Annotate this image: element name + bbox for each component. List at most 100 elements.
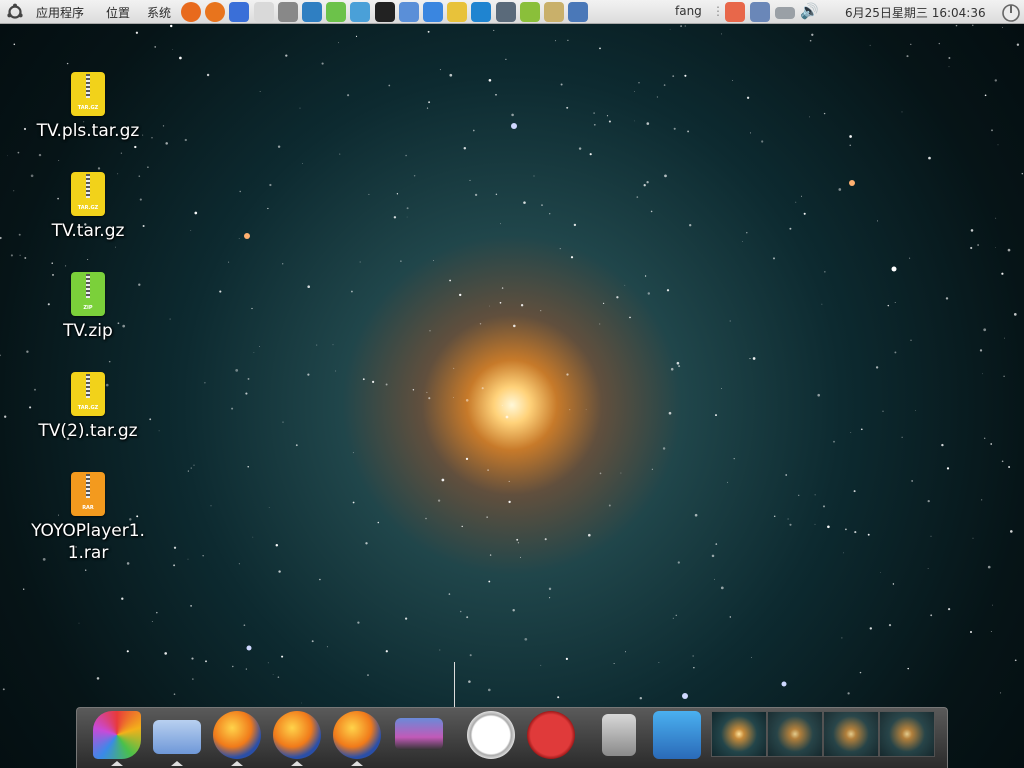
desktop-icon[interactable]: RAR YOYOPlayer1. 1.rar	[23, 472, 153, 564]
star	[1009, 530, 1013, 533]
star	[282, 421, 284, 423]
star	[599, 323, 601, 325]
star	[880, 572, 881, 573]
star	[517, 542, 520, 544]
firefox-icon[interactable]	[205, 2, 226, 22]
network-icon[interactable]	[750, 2, 770, 22]
bright-star	[891, 266, 897, 272]
star	[252, 536, 254, 538]
office-icon[interactable]	[326, 2, 347, 22]
star	[833, 440, 835, 443]
itunes-icon[interactable]	[398, 2, 419, 22]
photo-icon[interactable]	[447, 2, 468, 22]
workspace-thumbnail-1[interactable]	[711, 711, 767, 757]
firefox-icon[interactable]	[213, 711, 261, 759]
star	[987, 565, 991, 569]
workspace-thumbnail-3[interactable]	[823, 711, 879, 757]
star	[569, 409, 571, 411]
star	[58, 160, 60, 161]
trash-icon[interactable]	[602, 714, 636, 756]
desktop-icon[interactable]: TAR.GZ TV.pls.tar.gz	[23, 72, 153, 142]
star	[910, 43, 912, 45]
star	[247, 377, 250, 380]
clock-datetime[interactable]: 6月25日星期三 16:04:36	[845, 4, 986, 21]
star	[489, 305, 490, 307]
power-icon[interactable]	[1000, 1, 1022, 23]
star	[824, 271, 826, 273]
star	[165, 142, 168, 145]
star	[955, 24, 958, 27]
menu-system[interactable]: 系统	[147, 4, 171, 21]
desktop-preview-icon[interactable]	[395, 718, 443, 750]
star	[588, 533, 591, 537]
star	[714, 578, 716, 580]
star	[983, 328, 987, 332]
star	[689, 224, 692, 227]
keyboard-icon[interactable]	[495, 2, 516, 22]
star	[613, 663, 615, 665]
star	[245, 668, 247, 670]
star	[593, 112, 595, 114]
star	[219, 290, 222, 293]
home-folder-icon[interactable]	[153, 720, 201, 754]
desktop-icon-label: TV.zip	[63, 321, 113, 341]
firefox-icon[interactable]	[181, 2, 201, 22]
clock-icon[interactable]	[467, 711, 515, 759]
star	[500, 223, 501, 225]
star	[426, 107, 429, 109]
ubuntu-logo-icon[interactable]	[6, 3, 24, 21]
printer-icon[interactable]	[253, 2, 274, 22]
keyboard-indicator-icon[interactable]	[775, 7, 795, 19]
star	[639, 696, 643, 700]
star	[643, 184, 646, 187]
lastfm-icon[interactable]	[527, 711, 575, 759]
star	[711, 554, 715, 558]
settings-icon[interactable]	[277, 2, 298, 22]
star	[512, 608, 515, 612]
star	[578, 147, 582, 150]
bright-star	[682, 693, 688, 699]
star	[930, 535, 932, 537]
desktop-icon[interactable]: TAR.GZ TV(2).tar.gz	[23, 372, 153, 442]
star	[647, 292, 651, 295]
volume-icon[interactable]: 🔊	[800, 2, 819, 20]
desktop-icon[interactable]: TAR.GZ TV.tar.gz	[23, 172, 153, 242]
network-computer-icon[interactable]	[653, 711, 701, 759]
star	[789, 227, 792, 230]
x-icon[interactable]	[568, 2, 589, 22]
star	[668, 411, 672, 415]
star	[907, 667, 909, 670]
terminal-icon[interactable]	[374, 2, 395, 22]
workspace-thumbnail-4[interactable]	[879, 711, 935, 757]
star	[809, 39, 812, 42]
star	[501, 287, 504, 289]
star	[508, 480, 510, 482]
menu-places[interactable]: 位置	[106, 4, 130, 21]
firefox-icon[interactable]	[273, 711, 321, 759]
firefox-icon[interactable]	[333, 711, 381, 759]
editor-icon[interactable]	[350, 2, 371, 22]
update-notifier-icon[interactable]	[725, 2, 745, 22]
panel-handle: ⋮	[712, 4, 724, 18]
desktop-icon[interactable]: ZIP TV.zip	[23, 272, 153, 342]
network-icon[interactable]	[471, 2, 492, 22]
star	[405, 617, 408, 620]
star	[158, 430, 160, 432]
star	[190, 605, 192, 607]
image-viewer-icon[interactable]	[544, 2, 564, 22]
app-launcher-icon[interactable]	[93, 711, 141, 759]
tar-archive-icon: TAR.GZ	[71, 72, 105, 116]
star	[646, 122, 650, 125]
menu-applications[interactable]: 应用程序	[36, 4, 84, 21]
workspace-thumbnail-2[interactable]	[767, 711, 823, 757]
star	[499, 301, 502, 304]
notes-icon[interactable]	[519, 2, 540, 22]
chat-icon[interactable]	[423, 2, 443, 22]
star	[307, 373, 310, 376]
nvu-icon[interactable]	[302, 2, 322, 22]
user-name[interactable]: fang	[675, 4, 702, 18]
star	[533, 175, 535, 177]
star	[321, 62, 324, 65]
star	[990, 443, 993, 445]
help-icon[interactable]	[229, 2, 250, 22]
